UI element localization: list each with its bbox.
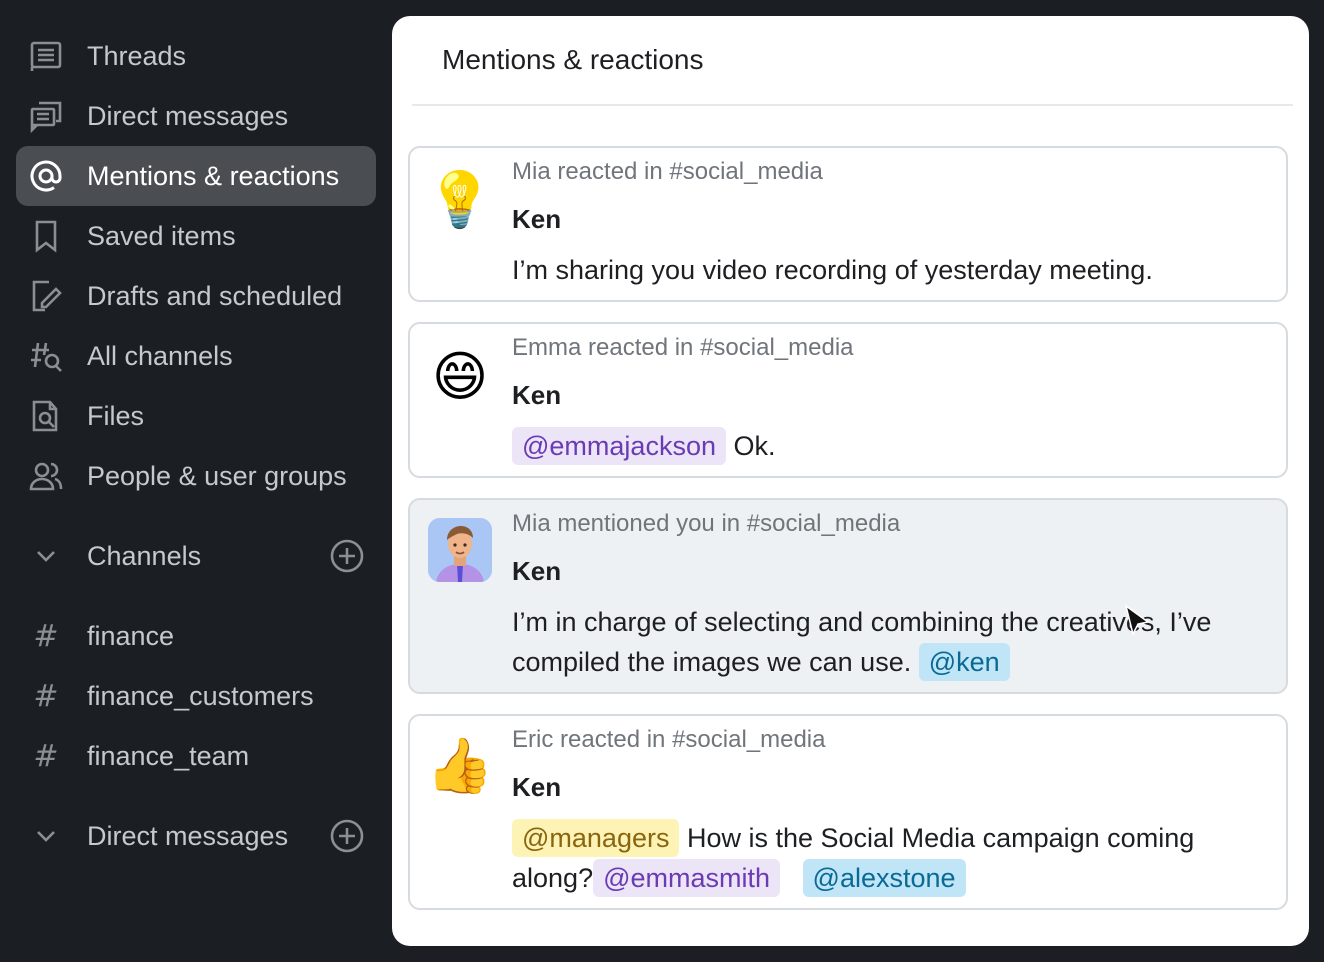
chevron-down-icon [28, 549, 64, 563]
mention-tag[interactable]: @emmasmith [593, 859, 781, 897]
channel-name: finance_customers [87, 680, 314, 711]
file-search-icon [28, 398, 64, 434]
sidebar-item-threads[interactable]: Threads [16, 26, 376, 86]
channels-section-header[interactable]: Channels [16, 526, 376, 586]
sidebar-item-label: Mentions & reactions [87, 160, 340, 191]
sidebar-item-label: Saved items [87, 220, 236, 251]
mention-tag[interactable]: @alexstone [802, 859, 966, 897]
sidebar-item-saved-items[interactable]: Saved items [16, 206, 376, 266]
sidebar-item-all-channels[interactable]: All channels [16, 326, 376, 386]
dm-section-label: Direct messages [87, 820, 289, 851]
sidebar-item-drafts[interactable]: Drafts and scheduled [16, 266, 376, 326]
card-author: Ken [512, 556, 562, 586]
app-window: Threads Direct messages Mentions & react… [0, 0, 1324, 962]
people-icon [28, 458, 64, 494]
card-meta: Mia reacted in #social_media [512, 158, 823, 185]
hash-icon: # [33, 618, 59, 654]
user-avatar-icon [428, 518, 492, 582]
sidebar-item-label: Threads [87, 40, 187, 71]
add-channel-icon[interactable] [330, 539, 364, 573]
mention-tag[interactable]: @ken [918, 643, 1010, 681]
sidebar-item-label: Direct messages [87, 100, 289, 131]
channel-item-finance-customers[interactable]: # finance_customers [16, 666, 376, 726]
sidebar-item-direct-messages[interactable]: Direct messages [16, 86, 376, 146]
at-icon [28, 158, 64, 194]
card-message: @managers How is the Social Media campai… [512, 818, 1256, 898]
sidebar-item-people[interactable]: People & user groups [16, 446, 376, 506]
threads-icon [28, 38, 64, 74]
direct-messages-icon [28, 98, 64, 134]
mention-card[interactable]: 💡 Mia reacted in #social_media Ken I’m s… [408, 146, 1288, 302]
sidebar: Threads Direct messages Mentions & react… [0, 0, 392, 962]
channel-item-finance[interactable]: # finance [16, 606, 376, 666]
channels-section-label: Channels [87, 540, 202, 571]
mention-card[interactable]: 👍 Eric reacted in #social_media Ken @man… [408, 714, 1288, 910]
page-title: Mentions & reactions [442, 44, 704, 75]
message-text: I’m in charge of selecting and combining… [512, 607, 1212, 677]
mouse-cursor-icon [1124, 604, 1150, 637]
lightbulb-emoji-icon: 💡 [426, 168, 494, 231]
channel-name: finance [87, 620, 175, 651]
add-dm-icon[interactable] [330, 819, 364, 853]
card-author: Ken [512, 380, 562, 410]
channel-item-finance-team[interactable]: # finance_team [16, 726, 376, 786]
mention-card[interactable]: 😄 Emma reacted in #social_media Ken @emm… [408, 322, 1288, 478]
bookmark-icon [28, 218, 64, 254]
mention-card[interactable]: Mia mentioned you in #social_media Ken I… [408, 498, 1288, 694]
sidebar-item-label: Files [87, 400, 145, 431]
hash-icon: # [33, 678, 59, 714]
message-text: I’m sharing you video recording of yeste… [512, 255, 1153, 285]
thumbs-up-emoji-icon: 👍 [426, 734, 494, 797]
card-message: I’m sharing you video recording of yeste… [512, 250, 1256, 290]
grinning-emoji-icon: 😄 [431, 344, 489, 408]
card-meta: Mia mentioned you in #social_media [512, 510, 901, 537]
sidebar-item-mentions-reactions[interactable]: Mentions & reactions [16, 146, 376, 206]
draft-edit-icon [28, 278, 64, 314]
chevron-down-icon [28, 829, 64, 843]
card-meta: Eric reacted in #social_media [512, 726, 826, 753]
card-author: Ken [512, 204, 562, 234]
card-meta: Emma reacted in #social_media [512, 334, 854, 361]
channel-name: finance_team [87, 740, 250, 771]
mention-tag[interactable]: @managers [512, 819, 680, 857]
card-author: Ken [512, 772, 562, 802]
mention-tag[interactable]: @emmajackson [512, 427, 726, 465]
hash-icon: # [33, 738, 59, 774]
divider [412, 104, 1293, 106]
sidebar-item-label: All channels [87, 340, 233, 371]
sidebar-item-label: People & user groups [87, 460, 347, 491]
main-panel: Mentions & reactions 💡 Mia reacted in #s… [392, 16, 1309, 946]
message-text: Ok. [725, 431, 776, 461]
dm-section-header[interactable]: Direct messages [16, 806, 376, 866]
sidebar-item-files[interactable]: Files [16, 386, 376, 446]
sidebar-item-label: Drafts and scheduled [87, 280, 343, 311]
channel-search-icon [28, 338, 64, 374]
card-message: @emmajackson Ok. [512, 426, 1256, 466]
